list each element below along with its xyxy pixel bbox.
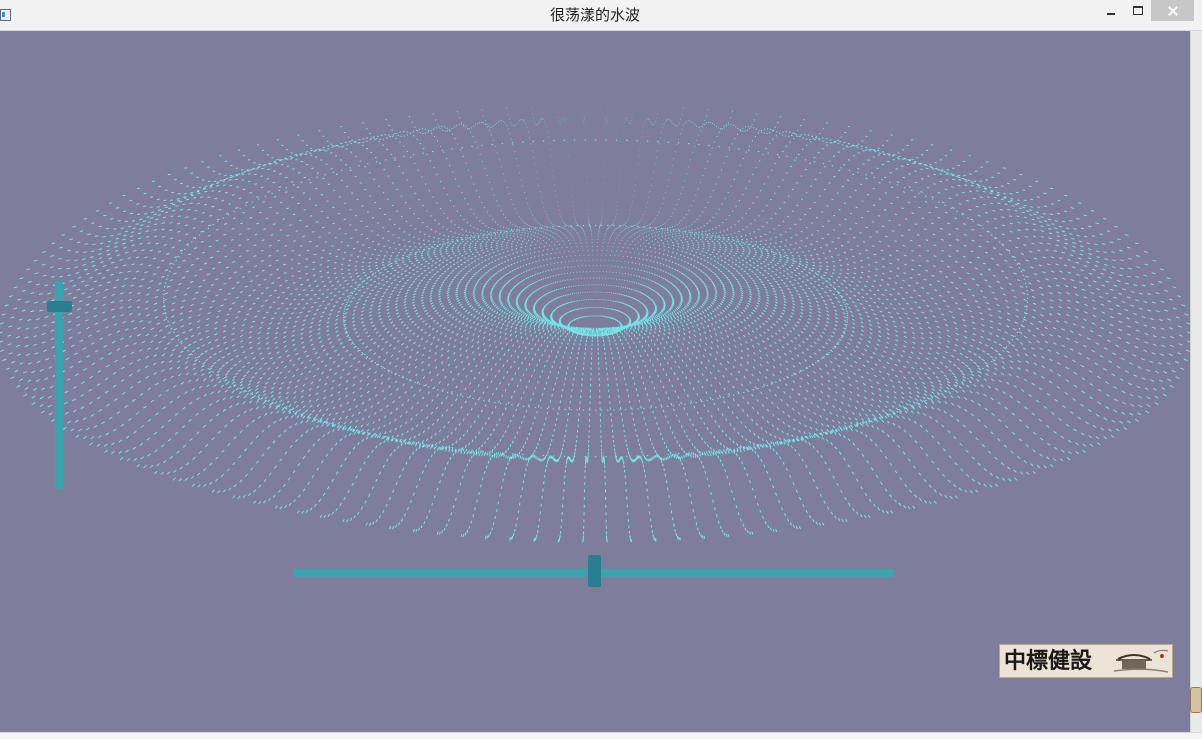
title-bar[interactable]: 很荡漾的水波 bbox=[0, 0, 1202, 31]
maximize-button[interactable] bbox=[1124, 0, 1151, 21]
close-button[interactable] bbox=[1151, 0, 1194, 21]
app-window: 很荡漾的水波 中標健設 bbox=[0, 0, 1202, 739]
pavilion-painting-icon bbox=[1112, 647, 1170, 675]
maximize-icon bbox=[1132, 6, 1143, 15]
vertical-slider-track[interactable] bbox=[55, 281, 63, 489]
window-title: 很荡漾的水波 bbox=[549, 6, 640, 24]
bottom-edge-strip bbox=[0, 732, 1202, 739]
vertical-slider-handle[interactable] bbox=[47, 300, 72, 312]
wave-dashes bbox=[0, 105, 1190, 543]
water-wave-surface bbox=[0, 105, 1190, 543]
minimize-icon bbox=[1106, 12, 1115, 15]
minimize-button[interactable] bbox=[1097, 0, 1124, 21]
wave-canvas[interactable]: 中標健設 bbox=[0, 31, 1190, 732]
close-icon bbox=[1168, 6, 1178, 16]
wave-dash-field bbox=[0, 105, 1190, 543]
right-edge-strip bbox=[1190, 31, 1202, 732]
horizontal-slider-handle[interactable] bbox=[587, 555, 601, 587]
logo-banner: 中標健設 bbox=[999, 644, 1173, 678]
side-drawer-handle[interactable] bbox=[1190, 687, 1202, 713]
logo-text: 中標健設 bbox=[1004, 648, 1093, 674]
